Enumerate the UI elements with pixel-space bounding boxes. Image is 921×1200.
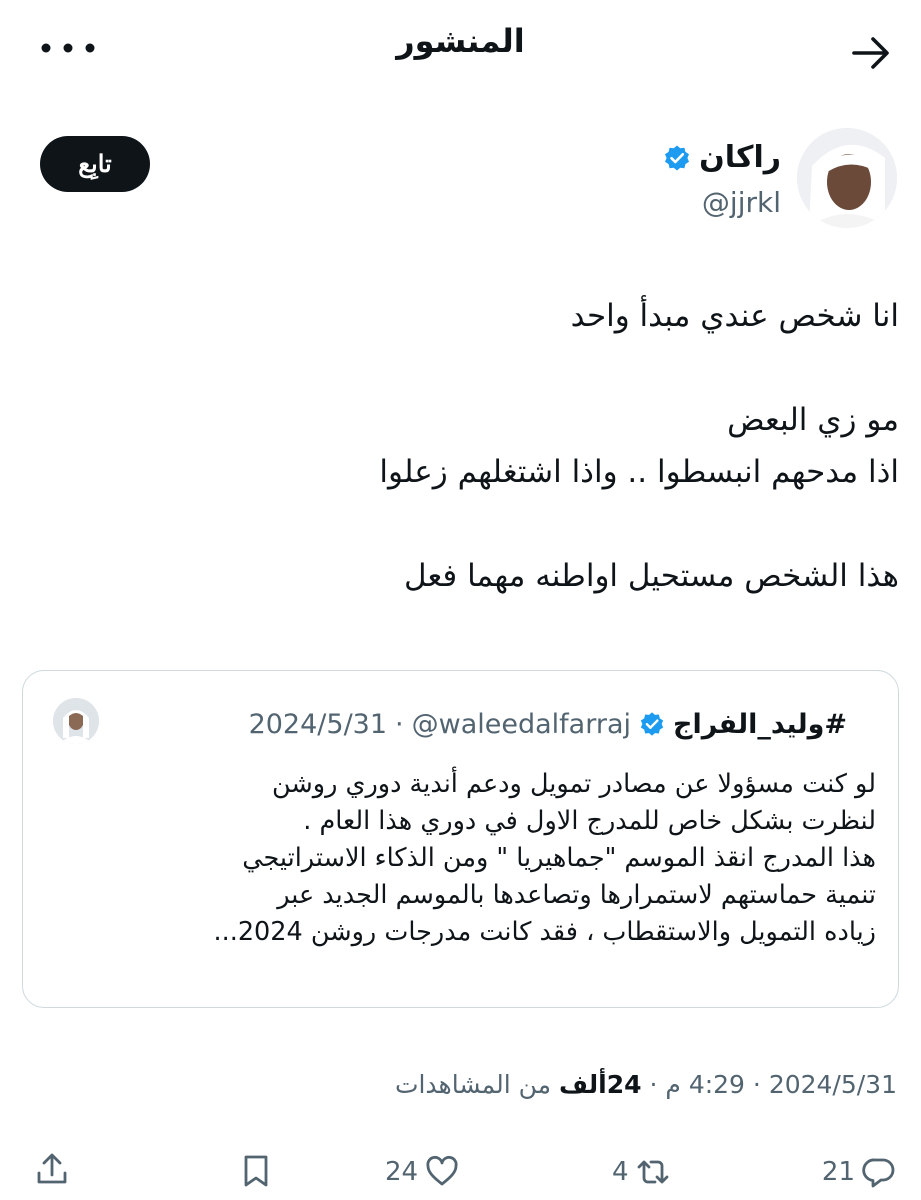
share-icon[interactable] <box>34 1150 70 1188</box>
follow-button[interactable]: تابِع <box>40 136 150 192</box>
views-count: 24ألف <box>558 1070 642 1099</box>
post-time[interactable]: 4:29 م <box>665 1070 745 1099</box>
quote-separator: · <box>395 708 404 740</box>
author-name[interactable]: راكان <box>699 140 781 175</box>
post-date[interactable]: 2024/5/31 <box>769 1070 897 1099</box>
quote-date: 2024/5/31 <box>248 708 388 740</box>
quote-author-name[interactable]: #وليد_الفراج <box>673 709 847 740</box>
quote-header: #وليد_الفراج @waleedalfarraj · 2024/5/31 <box>249 701 847 747</box>
author-name-row[interactable]: راكان <box>663 140 781 175</box>
meta-separator: · <box>649 1070 658 1099</box>
meta-separator: · <box>752 1070 761 1099</box>
verified-badge-icon <box>640 712 664 736</box>
quote-text: لو كنت مسؤولا عن مصادر تمويل ودعم أندية … <box>213 769 877 947</box>
reply-button[interactable]: 21 <box>822 1150 897 1194</box>
like-count: 24 <box>385 1157 419 1187</box>
repost-count: 4 <box>612 1157 629 1187</box>
repost-button[interactable]: 4 <box>612 1150 671 1194</box>
post-meta: 2024/5/31 · 4:29 م · 24ألف من المشاهدات <box>395 1070 897 1099</box>
post-text: انا شخص عندي مبدأ واحد مو زي البعض اذا م… <box>379 298 899 594</box>
page-title: المنشور <box>396 22 525 60</box>
author-avatar[interactable] <box>797 128 897 228</box>
like-button[interactable]: 24 <box>385 1150 460 1194</box>
more-dots-icon[interactable] <box>38 38 98 58</box>
reply-count: 21 <box>821 1157 855 1187</box>
author-handle[interactable]: @jjrkl <box>702 186 781 219</box>
quote-avatar <box>53 698 99 744</box>
repost-icon <box>637 1160 668 1184</box>
heart-icon <box>426 1155 458 1186</box>
verified-badge-icon <box>665 145 690 170</box>
reply-icon <box>862 1158 895 1188</box>
person-icon <box>53 698 99 744</box>
quote-author-handle[interactable]: @waleedalfarraj <box>412 709 631 740</box>
bookmark-icon[interactable] <box>238 1152 274 1190</box>
views-label: من المشاهدات <box>394 1070 552 1099</box>
person-icon <box>797 128 897 228</box>
